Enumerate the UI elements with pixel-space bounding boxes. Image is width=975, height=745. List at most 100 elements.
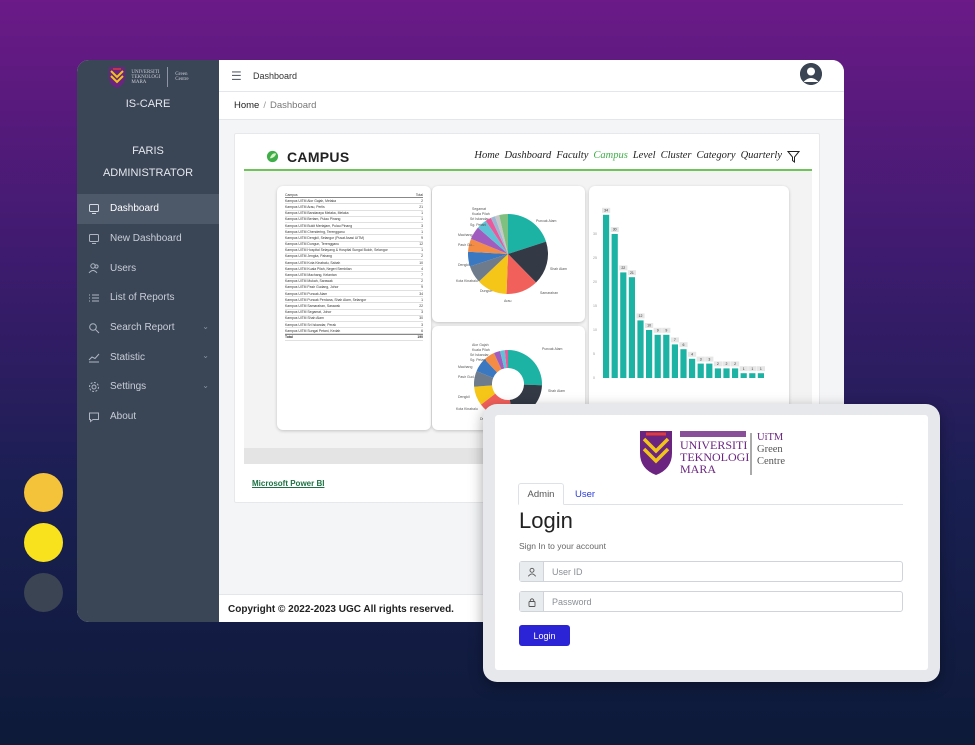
hamburger-menu-icon[interactable]: ☰ bbox=[231, 69, 243, 83]
table-cell: Total bbox=[285, 335, 293, 340]
report-nav-dashboard[interactable]: Dashboard bbox=[504, 150, 551, 163]
bar-value-label: 2 bbox=[734, 362, 736, 366]
pie-label: Dengkil bbox=[458, 395, 470, 399]
bar[interactable] bbox=[680, 349, 687, 378]
table-cell: 3 bbox=[421, 310, 423, 315]
sidebar-item-search-report[interactable]: Search Report ⌄ bbox=[77, 313, 219, 343]
pie-label: Arau bbox=[504, 299, 511, 303]
sidebar-item-about[interactable]: About bbox=[77, 402, 219, 432]
password-input[interactable] bbox=[544, 592, 902, 611]
list-icon bbox=[87, 291, 100, 304]
breadcrumb-home-link[interactable]: Home bbox=[234, 100, 259, 111]
report-nav-home[interactable]: Home bbox=[474, 150, 499, 163]
bar-chart[interactable]: 0510152025303430222112109 97643 32 2 21 1 1 bbox=[589, 186, 789, 430]
breadcrumb-current: Dashboard bbox=[269, 100, 317, 111]
bar-value-label: 7 bbox=[674, 338, 676, 342]
pie-slice[interactable] bbox=[508, 350, 542, 386]
report-nav-quarterly[interactable]: Quarterly bbox=[741, 150, 782, 163]
table-cell: Kampus UiTM Alor Gajah, Melaka bbox=[285, 198, 337, 203]
user-id-input[interactable] bbox=[544, 562, 902, 581]
table-cell: 9 bbox=[421, 285, 423, 290]
sidebar-item-users[interactable]: Users bbox=[77, 253, 219, 283]
bar[interactable] bbox=[637, 320, 644, 378]
pie-label: Kota Kinabalu bbox=[456, 279, 478, 283]
sidebar-item-label: List of Reports bbox=[110, 292, 175, 304]
table-cell: Kampus UiTM Mukah, Sarawak bbox=[285, 279, 333, 284]
bar[interactable] bbox=[620, 272, 627, 378]
bar-value-label: 9 bbox=[657, 329, 659, 333]
bar[interactable] bbox=[628, 277, 635, 378]
report-nav-cluster[interactable]: Cluster bbox=[661, 150, 692, 163]
login-card: UNIVERSITI TEKNOLOGI MARA UiTM Green Cen… bbox=[495, 415, 928, 670]
login-card-frame: UNIVERSITI TEKNOLOGI MARA UiTM Green Cen… bbox=[483, 404, 940, 682]
report-nav-faculty[interactable]: Faculty bbox=[556, 150, 588, 163]
tab-admin[interactable]: Admin bbox=[518, 483, 564, 505]
table-cell: Kampus UiTM Sungai Petani, Kedah bbox=[285, 328, 341, 333]
sidebar-item-dashboard[interactable]: Dashboard bbox=[77, 194, 219, 224]
sidebar-nav: Dashboard New Dashboard Users List of Re… bbox=[77, 194, 219, 432]
bar-value-label: 3 bbox=[708, 357, 710, 361]
bar[interactable] bbox=[757, 373, 764, 378]
login-title: Login bbox=[519, 508, 573, 533]
bar-value-label: 3 bbox=[700, 357, 702, 361]
pie-chart[interactable]: SegamatKuala PilahSri Iskandar Sg. Petani… bbox=[432, 186, 585, 322]
bar-value-label: 1 bbox=[760, 367, 762, 371]
bar[interactable] bbox=[611, 234, 618, 378]
bar[interactable] bbox=[723, 368, 730, 378]
bar[interactable] bbox=[740, 373, 747, 378]
report-nav-category[interactable]: Category bbox=[697, 150, 736, 163]
sidebar-item-list-of-reports[interactable]: List of Reports bbox=[77, 283, 219, 313]
table-cell: 3 bbox=[421, 223, 423, 228]
table-cell: 4 bbox=[421, 266, 423, 271]
axis-tick-label: 10 bbox=[593, 328, 597, 332]
sidebar-brand-logo[interactable]: UNIVERSITI TEKNOLOGI MARA Green Centre bbox=[77, 62, 219, 92]
decor-dot-bright-yellow bbox=[24, 523, 63, 562]
report-nav-campus[interactable]: Campus bbox=[593, 150, 627, 163]
breadcrumb: Home / Dashboard bbox=[219, 92, 844, 120]
sidebar-item-label: New Dashboard bbox=[110, 233, 182, 245]
table-cell: Kampus UiTM Shah Alam bbox=[285, 316, 324, 321]
bar[interactable] bbox=[714, 368, 721, 378]
bar[interactable] bbox=[697, 363, 704, 378]
login-tabs: Admin User bbox=[518, 483, 903, 505]
table-cell: Kampus UiTM Puncak Perdana, Shah Alam, S… bbox=[285, 297, 367, 302]
sidebar-item-settings[interactable]: Settings ⌄ bbox=[77, 372, 219, 402]
bar[interactable] bbox=[732, 368, 739, 378]
bar[interactable] bbox=[654, 334, 661, 378]
brand-line: Centre bbox=[175, 77, 189, 82]
user-avatar-icon[interactable] bbox=[800, 63, 822, 85]
logo-text-line: MARA bbox=[680, 462, 716, 476]
bar[interactable] bbox=[646, 330, 653, 378]
pie-label: Puncak Alam bbox=[542, 347, 563, 351]
bar[interactable] bbox=[689, 358, 696, 378]
bar[interactable] bbox=[706, 363, 713, 378]
table-cell: Kampus UiTM Puncak Alam bbox=[285, 291, 328, 296]
decor-dot-yellow bbox=[24, 473, 63, 512]
logo-text-line: Green bbox=[757, 444, 783, 455]
bar-value-label: 4 bbox=[691, 353, 693, 357]
pie-label: Kuala Pilah bbox=[472, 348, 490, 352]
chat-icon bbox=[87, 410, 100, 423]
brand-green-centre: Green Centre bbox=[175, 72, 188, 82]
bar[interactable] bbox=[603, 214, 610, 378]
powerbi-link[interactable]: Microsoft Power BI bbox=[252, 479, 324, 488]
users-icon bbox=[87, 262, 100, 275]
bar-value-label: 9 bbox=[665, 329, 667, 333]
bar-value-label: 2 bbox=[717, 362, 719, 366]
filter-icon[interactable] bbox=[787, 150, 800, 163]
table-cell: 2 bbox=[421, 254, 423, 259]
tab-user[interactable]: User bbox=[570, 483, 600, 505]
login-button[interactable]: Login bbox=[519, 625, 570, 646]
app-title: IS-CARE bbox=[125, 98, 171, 110]
sidebar-item-statistic[interactable]: Statistic ⌄ bbox=[77, 342, 219, 372]
bar[interactable] bbox=[671, 344, 678, 378]
table-cell: 34 bbox=[419, 291, 423, 296]
report-nav-level[interactable]: Level bbox=[633, 150, 656, 163]
bar[interactable] bbox=[663, 334, 670, 378]
table-cell: 3 bbox=[421, 322, 423, 327]
sidebar-item-new-dashboard[interactable]: New Dashboard bbox=[77, 224, 219, 254]
pie-label: Pasir Gud... bbox=[458, 375, 477, 379]
campus-leaf-icon bbox=[266, 150, 279, 163]
user-id-field bbox=[519, 561, 903, 582]
bar[interactable] bbox=[749, 373, 756, 378]
